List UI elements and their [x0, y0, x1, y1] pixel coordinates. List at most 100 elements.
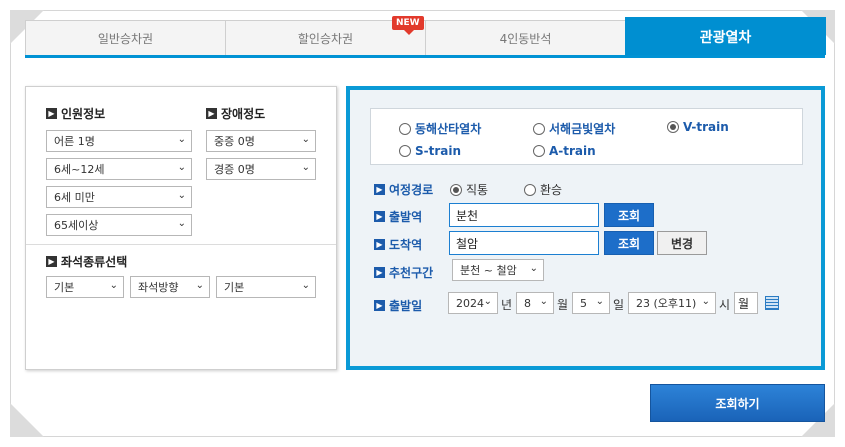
chevron-down-icon: ⌄ [177, 134, 186, 145]
chevron-down-icon: ⌄ [301, 280, 310, 291]
chevron-down-icon: ⌄ [701, 296, 710, 307]
radio-circle-selected [667, 121, 679, 133]
train-radio-vtrain[interactable]: V-train [667, 120, 729, 134]
chevron-down-icon: ⌄ [109, 280, 118, 291]
weekday-field: 월 [734, 292, 758, 314]
departure-station-input[interactable]: 분천 [449, 203, 599, 227]
arrival-station-input[interactable]: 철암 [449, 231, 599, 255]
radio-label: 환승 [540, 183, 563, 197]
section-divider [26, 244, 336, 245]
arrow-right-icon: ▶ [206, 108, 217, 119]
child-count-select[interactable]: 6세~12세 ⌄ [46, 158, 192, 180]
recommended-section-select[interactable]: 분천 ~ 철암 ⌄ [452, 259, 544, 281]
label-text: 추천구간 [389, 266, 434, 280]
day-select[interactable]: 5 ⌄ [572, 292, 610, 314]
select-value: 중증 0명 [214, 135, 255, 148]
departure-date-label: ▶ 출발일 [374, 297, 422, 314]
arrow-right-icon: ▶ [374, 184, 385, 195]
tab-discount-ticket[interactable]: 할인승차권 NEW [225, 16, 426, 55]
train-radio-donghae[interactable]: 동해산타열차 [399, 120, 481, 137]
train-radio-seohae[interactable]: 서해금빛열차 [533, 120, 615, 137]
label-text: 도착역 [389, 238, 423, 252]
train-radio-atrain[interactable]: A-train [533, 144, 596, 158]
tab-tourist-train[interactable]: 관광열차 [625, 17, 826, 55]
arrival-label: ▶ 도착역 [374, 236, 422, 253]
radio-circle [524, 183, 536, 196]
arrow-right-icon: ▶ [374, 239, 385, 250]
mild-disability-select[interactable]: 경증 0명 ⌄ [206, 158, 316, 180]
day-unit: 일 [613, 298, 625, 312]
month-unit: 월 [557, 298, 569, 312]
radio-circle [399, 122, 411, 135]
month-select[interactable]: 8 ⌄ [516, 292, 554, 314]
button-label: 변경 [670, 236, 694, 251]
select-value: 65세이상 [54, 219, 99, 232]
button-label: 조회 [617, 236, 641, 251]
section-title-text: 인원정보 [61, 107, 106, 121]
hour-select[interactable]: 23 (오후11) ⌄ [628, 292, 716, 314]
seat-type-select[interactable]: 기본 ⌄ [46, 276, 124, 298]
radio-circle [533, 122, 545, 135]
chevron-down-icon: ⌄ [539, 296, 548, 307]
ticket-type-tabs: 일반승차권 할인승차권 NEW 4인동반석 관광열차 [25, 16, 826, 58]
tab-label: 일반승차권 [97, 31, 154, 46]
select-value: 6세 미만 [54, 191, 95, 204]
label-text: 출발일 [389, 299, 423, 313]
radio-label: S-train [415, 144, 462, 158]
label-text: 여정경로 [389, 183, 434, 197]
year-select[interactable]: 2024 ⌄ [448, 292, 498, 314]
passenger-panel: ▶ 인원정보 ▶ 장애정도 어른 1명 ⌄ 6세~12세 ⌄ 6세 미만 ⌄ 65세이… [25, 86, 337, 370]
tab-general-ticket[interactable]: 일반승차권 [25, 20, 226, 55]
search-trains-button[interactable]: 조회하기 [650, 384, 825, 422]
tab-label: 할인승차권 [297, 31, 354, 46]
radio-label: 동해산타열차 [415, 122, 482, 136]
chevron-down-icon: ⌄ [177, 162, 186, 173]
year-unit: 년 [501, 298, 513, 312]
arrow-right-icon: ▶ [374, 267, 385, 278]
arrow-right-icon: ▶ [46, 108, 57, 119]
arrow-right-icon: ▶ [374, 211, 385, 222]
select-value: 좌석방향 [138, 281, 179, 294]
disability-title: ▶ 장애정도 [206, 105, 265, 122]
button-label: 조회하기 [715, 396, 760, 411]
adult-count-select[interactable]: 어른 1명 ⌄ [46, 130, 192, 152]
section-title-text: 좌석종류선택 [61, 255, 128, 269]
departure-label: ▶ 출발역 [374, 208, 422, 225]
tab-label: 관광열차 [699, 29, 752, 46]
route-transfer-radio[interactable]: 환승 [524, 181, 562, 198]
radio-circle [399, 145, 411, 157]
journey-panel: 동해산타열차 서해금빛열차 V-train S-train A-train ▶ 여… [346, 86, 825, 370]
departure-search-button[interactable]: 조회 [604, 203, 654, 227]
select-value: 2024 [456, 296, 484, 310]
calendar-icon[interactable] [765, 296, 779, 310]
senior-count-select[interactable]: 65세이상 ⌄ [46, 214, 192, 236]
severe-disability-select[interactable]: 중증 0명 ⌄ [206, 130, 316, 152]
tab-family-seat[interactable]: 4인동반석 [425, 20, 626, 55]
seat-option-select[interactable]: 기본 ⌄ [216, 276, 316, 298]
train-radio-strain[interactable]: S-train [399, 144, 461, 158]
select-value: 분천 ~ 철암 [460, 264, 517, 277]
radio-label: 직통 [466, 183, 489, 197]
seat-type-title: ▶ 좌석종류선택 [46, 253, 127, 270]
input-value: 분천 [456, 208, 479, 223]
infant-count-select[interactable]: 6세 미만 ⌄ [46, 186, 192, 208]
route-label: ▶ 여정경로 [374, 181, 433, 198]
radio-circle [533, 145, 545, 157]
new-badge: NEW [392, 16, 424, 35]
input-value: 철암 [456, 236, 479, 251]
chevron-down-icon: ⌄ [195, 280, 204, 291]
seat-direction-select[interactable]: 좌석방향 ⌄ [130, 276, 210, 298]
route-direct-radio[interactable]: 직통 [450, 181, 488, 198]
arrival-search-button[interactable]: 조회 [604, 231, 654, 255]
chevron-down-icon: ⌄ [301, 134, 310, 145]
chevron-down-icon: ⌄ [483, 296, 492, 307]
select-value: 5 [580, 296, 587, 310]
radio-label: A-train [549, 144, 596, 158]
chevron-down-icon: ⌄ [595, 296, 604, 307]
train-selection-box: 동해산타열차 서해금빛열차 V-train S-train A-train [370, 108, 803, 165]
select-value: 기본 [54, 281, 75, 294]
select-value: 경증 0명 [214, 163, 255, 176]
select-value: 어른 1명 [54, 135, 95, 148]
swap-stations-button[interactable]: 변경 [657, 231, 707, 255]
chevron-down-icon: ⌄ [177, 190, 186, 201]
